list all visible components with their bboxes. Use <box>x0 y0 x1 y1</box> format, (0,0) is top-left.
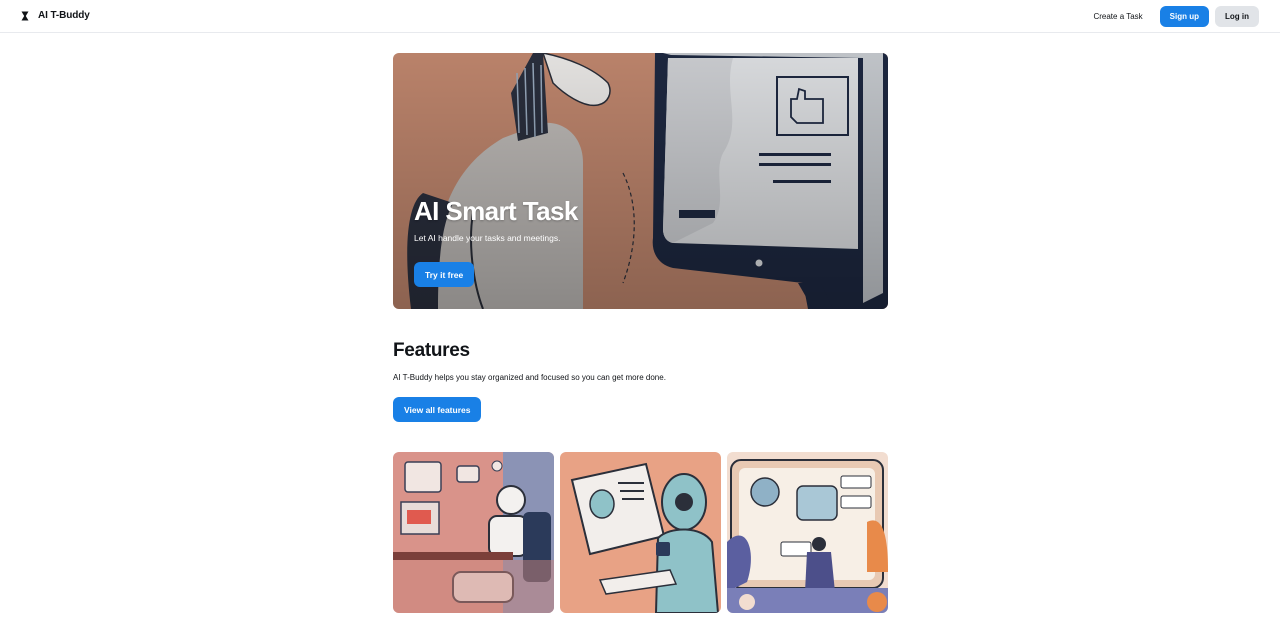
feature-image-robot-assistant <box>727 452 888 613</box>
features-heading: Features <box>393 340 470 361</box>
log-in-button[interactable]: Log in <box>1215 6 1259 27</box>
try-it-free-button[interactable]: Try it free <box>414 262 475 287</box>
hero-title: AI Smart Task <box>414 196 578 226</box>
view-all-features-button[interactable]: View all features <box>393 397 482 422</box>
feature-image-robot-with-screen <box>560 452 721 613</box>
top-navigation-bar: AI T-Buddy Create a Task Sign up Log in <box>0 0 1280 33</box>
brand-logo-icon <box>21 11 29 20</box>
feature-image-robot-at-desk <box>393 452 554 613</box>
feature-card-robot-assistant[interactable] <box>727 452 888 613</box>
features-description: AI T-Buddy helps you stay organized and … <box>393 373 666 382</box>
brand[interactable]: AI T-Buddy <box>20 10 90 21</box>
header-actions: Create a Task Sign up Log in <box>1082 6 1259 27</box>
hero-subtitle: Let AI handle your tasks and meetings. <box>414 233 561 243</box>
feature-card-robot-at-desk[interactable] <box>393 452 554 613</box>
sign-up-button[interactable]: Sign up <box>1159 6 1209 27</box>
hero-banner: AI Smart Task Let AI handle your tasks a… <box>393 53 888 309</box>
brand-name: AI T-Buddy <box>38 10 90 21</box>
feature-card-robot-with-screen[interactable] <box>560 452 721 613</box>
create-task-link[interactable]: Create a Task <box>1082 12 1153 21</box>
